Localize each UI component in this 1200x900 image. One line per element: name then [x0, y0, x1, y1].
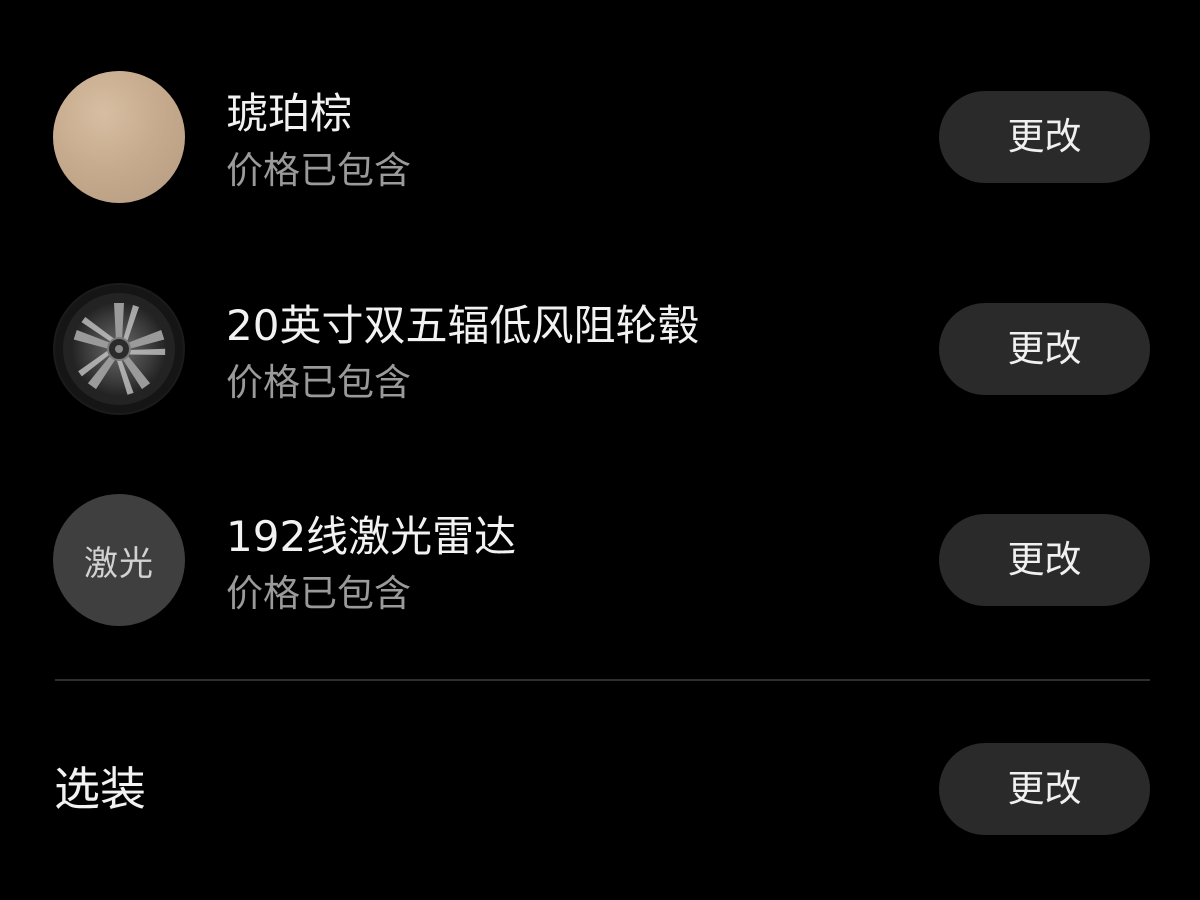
config-list: 琥珀棕 价格已包含 更改 20英寸双五辐低风阻轮毂 价格已包含 更改 激光 19…: [0, 0, 1200, 900]
item-title: 192线激光雷达: [226, 512, 517, 561]
change-lidar-button[interactable]: 更改: [939, 514, 1150, 606]
item-title: 20英寸双五辐低风阻轮毂: [226, 301, 700, 350]
divider: [55, 679, 1150, 681]
change-wheels-button[interactable]: 更改: [939, 303, 1150, 395]
config-item-wheels: 20英寸双五辐低风阻轮毂 价格已包含 更改: [0, 283, 1200, 433]
change-options-button[interactable]: 更改: [939, 743, 1150, 835]
lidar-badge: 激光: [53, 494, 185, 626]
change-paint-button[interactable]: 更改: [939, 91, 1150, 183]
config-item-paint: 琥珀棕 价格已包含 更改: [0, 71, 1200, 221]
wheel-icon: [53, 283, 185, 415]
item-subtitle: 价格已包含: [226, 572, 411, 615]
config-item-lidar: 激光 192线激光雷达 价格已包含 更改: [0, 494, 1200, 644]
item-subtitle: 价格已包含: [226, 149, 411, 192]
item-subtitle: 价格已包含: [226, 361, 411, 404]
options-label: 选装: [54, 762, 146, 816]
paint-color-swatch: [53, 71, 185, 203]
item-title: 琥珀棕: [226, 89, 353, 138]
